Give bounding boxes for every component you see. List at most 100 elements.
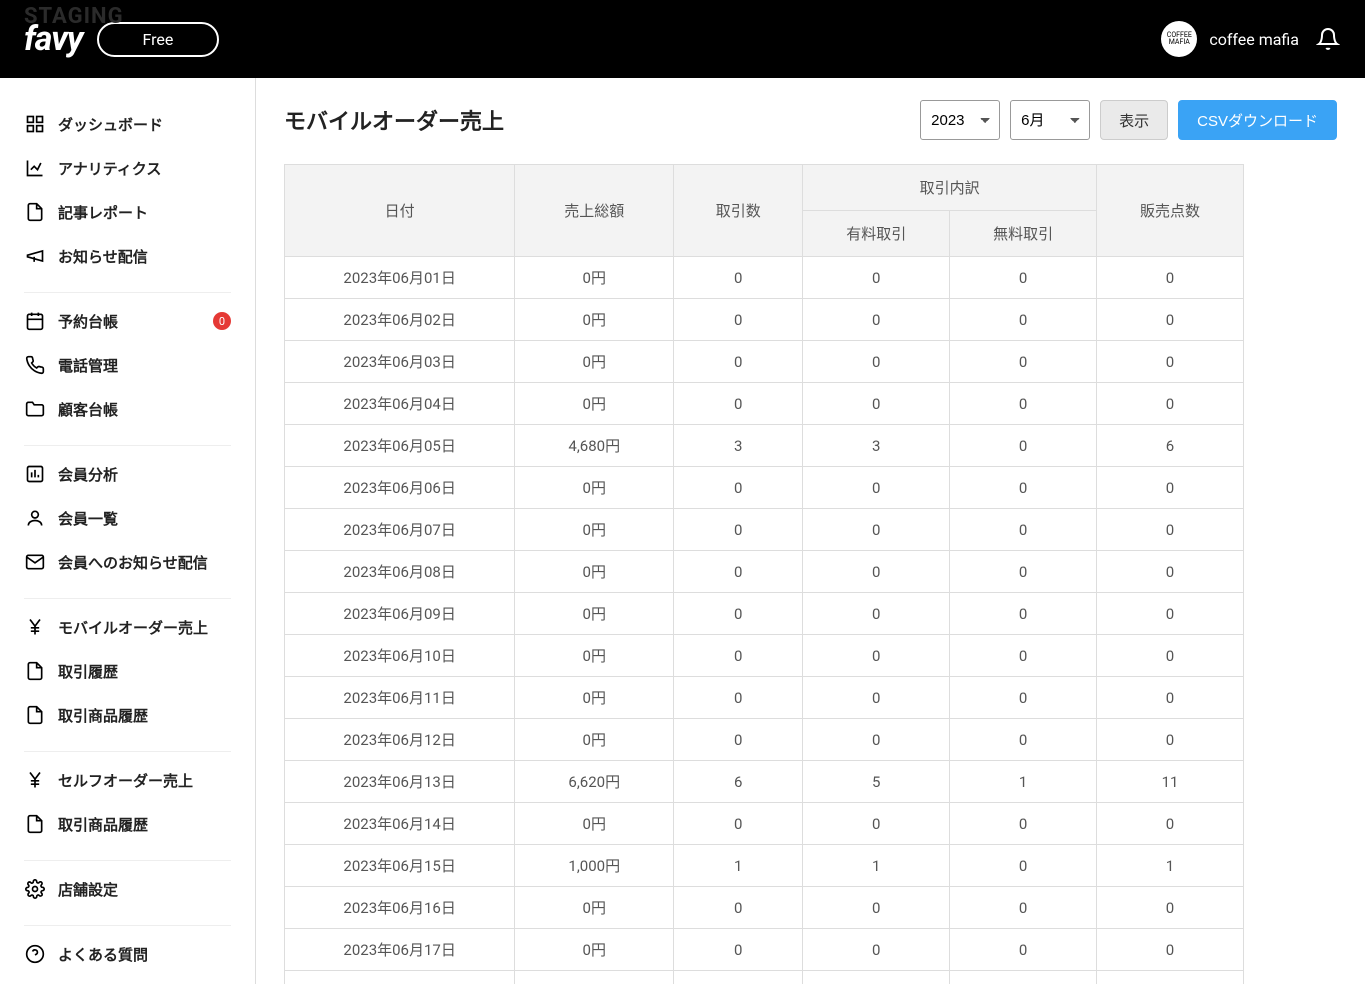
cell-items: 0 [1097,383,1244,425]
sidebar: ダッシュボードアナリティクス記事レポートお知らせ配信予約台帳 0 電話管理顧客台帳会… [0,78,256,984]
table-row: 2023年06月16日0円0000 [285,887,1244,929]
sidebar-item-member-list[interactable]: 会員一覧 [24,496,231,540]
cell-paid: 3 [803,425,950,467]
sidebar-item-tx-item-history-2[interactable]: 取引商品履歴 [24,802,231,846]
sidebar-item-label: 会員分析 [58,464,118,485]
cell-items: 0 [1097,803,1244,845]
cell-date: 2023年06月18日 [285,971,515,984]
th-date: 日付 [285,165,515,257]
cell-paid: 0 [803,383,950,425]
sidebar-item-tx-history[interactable]: 取引履歴 [24,649,231,693]
username[interactable]: coffee mafia [1209,30,1299,49]
cell-items: 0 [1097,677,1244,719]
sidebar-item-self-order-sales[interactable]: セルフオーダー売上 [24,758,231,802]
cell-tx: 0 [674,719,803,761]
cell-tx: 0 [674,551,803,593]
yen-icon [24,769,46,791]
cell-total: 0円 [515,929,674,971]
cell-paid: 0 [803,887,950,929]
sidebar-item-member-notify[interactable]: 会員へのお知らせ配信 [24,540,231,584]
cell-paid: 0 [803,803,950,845]
cell-free: 0 [950,299,1097,341]
cell-items: 0 [1097,341,1244,383]
chart-icon [24,157,46,179]
cell-paid: 0 [803,635,950,677]
cell-date: 2023年06月12日 [285,719,515,761]
table-row: 2023年06月05日4,680円3306 [285,425,1244,467]
cell-items: 0 [1097,887,1244,929]
cell-free: 1 [950,761,1097,803]
sidebar-item-label: 記事レポート [58,202,148,223]
cell-paid: 0 [803,299,950,341]
cell-free: 0 [950,635,1097,677]
table-row: 2023年06月18日0円0000 [285,971,1244,984]
cell-free: 0 [950,887,1097,929]
table-row: 2023年06月08日0円0000 [285,551,1244,593]
sidebar-item-label: モバイルオーダー売上 [58,617,208,638]
sidebar-item-analytics[interactable]: アナリティクス [24,146,231,190]
sidebar-item-article-report[interactable]: 記事レポート [24,190,231,234]
sidebar-item-customer-ledger[interactable]: 顧客台帳 [24,387,231,431]
cell-tx: 0 [674,887,803,929]
cell-paid: 0 [803,257,950,299]
th-tx-breakdown: 取引内訳 [803,165,1097,211]
sidebar-item-tx-item-history[interactable]: 取引商品履歴 [24,693,231,737]
sidebar-item-label: 予約台帳 [58,311,118,332]
cell-items: 0 [1097,929,1244,971]
page-header: モバイルオーダー売上 2023 6月 表示 CSVダウンロード [284,100,1337,140]
sidebar-item-label: ダッシュボード [58,114,163,135]
cell-tx: 0 [674,971,803,984]
cell-items: 6 [1097,425,1244,467]
th-free-tx: 無料取引 [950,211,1097,257]
cell-items: 0 [1097,971,1244,984]
cell-total: 0円 [515,719,674,761]
table-row: 2023年06月14日0円0000 [285,803,1244,845]
sidebar-item-dashboard[interactable]: ダッシュボード [24,102,231,146]
sidebar-item-phone-manage[interactable]: 電話管理 [24,343,231,387]
cell-free: 0 [950,971,1097,984]
cell-tx: 0 [674,635,803,677]
cell-date: 2023年06月09日 [285,593,515,635]
doc-icon [24,201,46,223]
year-select[interactable]: 2023 [920,100,1000,140]
megaphone-icon [24,245,46,267]
sidebar-item-mobile-order-sales[interactable]: モバイルオーダー売上 [24,605,231,649]
cell-free: 0 [950,341,1097,383]
cell-free: 0 [950,845,1097,887]
cell-free: 0 [950,425,1097,467]
cell-tx: 0 [674,593,803,635]
notification-bell-icon[interactable] [1315,26,1341,52]
cell-total: 0円 [515,887,674,929]
gear-icon [24,878,46,900]
cell-paid: 0 [803,467,950,509]
sidebar-item-member-analysis[interactable]: 会員分析 [24,452,231,496]
month-select[interactable]: 6月 [1010,100,1090,140]
sidebar-item-notify[interactable]: お知らせ配信 [24,234,231,278]
display-button[interactable]: 表示 [1100,100,1168,140]
table-row: 2023年06月11日0円0000 [285,677,1244,719]
table-row: 2023年06月10日0円0000 [285,635,1244,677]
cell-date: 2023年06月04日 [285,383,515,425]
cell-tx: 0 [674,341,803,383]
sidebar-item-label: 取引商品履歴 [58,705,148,726]
sidebar-item-reservation-ledger[interactable]: 予約台帳 0 [24,299,231,343]
cell-date: 2023年06月08日 [285,551,515,593]
cell-free: 0 [950,467,1097,509]
cell-items: 0 [1097,719,1244,761]
cell-tx: 0 [674,299,803,341]
th-items-sold: 販売点数 [1097,165,1244,257]
cell-free: 0 [950,593,1097,635]
cell-total: 4,680円 [515,425,674,467]
cell-free: 0 [950,677,1097,719]
bar-icon [24,463,46,485]
csv-download-button[interactable]: CSVダウンロード [1178,100,1337,140]
cell-tx: 0 [674,677,803,719]
table-row: 2023年06月01日0円0000 [285,257,1244,299]
sidebar-item-store-settings[interactable]: 店舗設定 [24,867,231,911]
sidebar-badge: 0 [213,312,231,330]
cell-paid: 0 [803,971,950,984]
grid-icon [24,113,46,135]
avatar[interactable]: COFFEE MAFIA [1161,21,1197,57]
sidebar-item-faq[interactable]: よくある質問 [24,932,231,976]
page-title: モバイルオーダー売上 [284,104,504,136]
